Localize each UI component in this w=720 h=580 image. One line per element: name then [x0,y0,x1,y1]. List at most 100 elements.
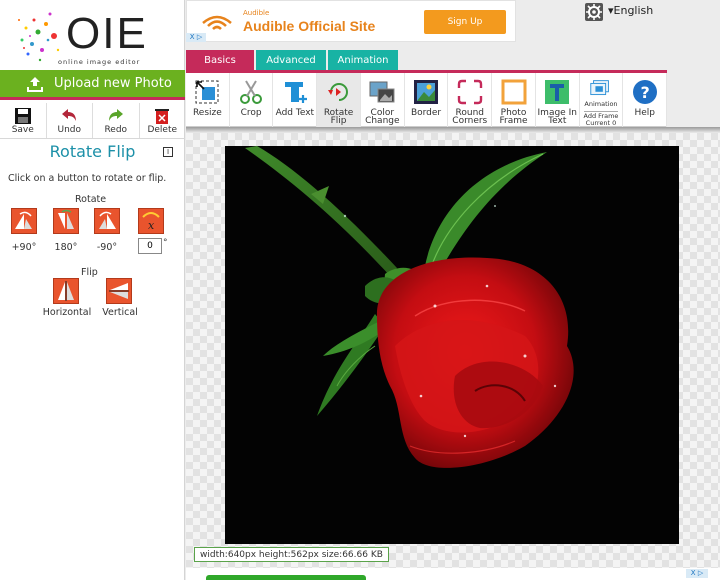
image-in-text-icon [545,80,570,104]
flip-vertical-label: Vertical [102,307,138,318]
rose-photo [225,146,679,544]
redo-icon [108,109,123,121]
ad-banner[interactable]: Audible Audible Official Site Sign Up [186,0,516,42]
undo-label: Undo [57,125,81,135]
rotate-right-icon [15,211,32,229]
tool-color-change[interactable]: Color Change [361,73,405,127]
bottom-ad-green-bar [206,575,366,580]
round-corners-icon [457,79,482,105]
logo-subtitle: online image editor [58,58,141,66]
tool-color-change-label: Color Change [365,108,400,126]
redo-button[interactable]: Redo [93,103,140,138]
rotate-flip-icon [327,83,348,101]
photo-frame-icon [501,79,526,105]
image-info-bar: width:640px height:562px size:66.66 KB [194,547,389,562]
add-text-icon [284,82,307,103]
undo-icon [62,109,77,121]
flip-horizontal-icon [58,281,74,301]
gear-icon [586,4,602,20]
upload-new-photo-button[interactable]: Upload new Photo [0,70,185,100]
panel-title: Rotate Flip [49,142,136,161]
tool-border-label: Border [410,108,442,118]
delete-label: Delete [147,125,178,135]
flip-horizontal-button[interactable] [53,278,79,304]
tool-animation-label: Animation [584,100,618,108]
tool-crop-label: Crop [240,108,262,118]
flip-vertical-button[interactable] [106,278,132,304]
bottom-ad-close-button[interactable]: X ▷ [686,569,708,578]
tool-border[interactable]: Border [405,73,449,127]
rotate-180-label: 180° [54,242,78,253]
resize-icon [195,80,219,104]
ad-title[interactable]: Audible Official Site [243,18,375,34]
ad-brand: Audible [243,9,270,17]
language-selector[interactable]: ▾English [608,4,653,17]
tool-round-corners-label: Round Corners [452,108,488,126]
left-panel: OIE online image editor Upload new Photo… [0,0,185,580]
rotate-plus-90-label: +90° [11,242,37,253]
tool-image-in-text[interactable]: Image In Text [536,73,580,127]
tab-bar: Basics Advanced Animation [186,50,400,70]
tool-round-corners[interactable]: Round Corners [448,73,493,127]
save-button[interactable]: Save [0,103,47,138]
current-frame-label: Current 0 [585,119,617,127]
tool-resize-label: Resize [192,108,222,118]
crop-scissors-icon [240,80,263,104]
rotate-custom-button[interactable]: x [138,208,164,234]
tool-help-label: Help [634,108,655,118]
redo-label: Redo [104,125,128,135]
image-canvas[interactable] [225,146,679,544]
rotate-plus-90-button[interactable] [11,208,37,234]
degree-symbol: ° [163,238,168,248]
save-label: Save [11,125,34,135]
logo: OIE online image editor [14,6,154,68]
tool-bar: Resize Crop Add Text Rotate Flip Color C… [186,73,668,127]
undo-button[interactable]: Undo [47,103,93,138]
logo-mark: OIE [66,9,148,58]
rotate-180-button[interactable] [53,208,79,234]
color-change-icon [369,81,395,103]
flip-section-label: Flip [81,267,98,278]
tab-advanced[interactable]: Advanced [256,50,326,70]
panel-instruction: Click on a button to rotate or flip. [8,173,167,184]
tab-basics[interactable]: Basics [186,50,254,70]
help-icon: ? [632,80,657,104]
rotate-section-label: Rotate [75,194,107,205]
delete-button[interactable]: Delete [140,103,186,138]
svg-text:x: x [148,219,155,232]
upload-icon [27,76,43,92]
ad-close-button[interactable]: X ▷ [186,33,206,42]
tool-add-text[interactable]: Add Text [273,73,318,127]
upload-label: Upload new Photo [54,76,172,91]
tab-animation[interactable]: Animation [328,50,398,70]
save-icon [14,108,31,124]
panel-minimize-button[interactable]: I [163,147,173,157]
rotate-left-icon [99,211,116,229]
tool-rotate-flip[interactable]: Rotate Flip [317,73,361,127]
tool-animation[interactable]: Animation Add Frame Current 0 [580,73,624,127]
flip-vertical-icon [109,283,129,299]
svg-text:?: ? [640,83,649,102]
tool-rotate-flip-label: Rotate Flip [323,108,354,126]
rotate-minus-90-label: -90° [96,242,118,253]
tool-crop[interactable]: Crop [230,73,274,127]
action-bar: Save Undo Redo Delete [0,103,185,139]
rotate-180-icon [58,209,74,229]
tool-resize[interactable]: Resize [186,73,230,127]
logo-splash-icon [18,12,60,62]
delete-icon [155,109,170,124]
audible-logo-icon [202,15,232,30]
animation-icon [590,80,609,96]
custom-rotate-icon: x [142,212,160,232]
tool-image-in-text-label: Image In Text [537,108,577,126]
tool-help[interactable]: ? Help [623,73,668,127]
tool-add-text-label: Add Text [275,108,315,118]
tool-photo-frame[interactable]: Photo Frame [492,73,536,127]
rotate-minus-90-button[interactable] [94,208,120,234]
custom-degree-input[interactable] [138,238,162,254]
bottom-ad-banner[interactable]: X ▷ [186,568,720,580]
settings-button[interactable] [585,3,603,21]
ad-signup-button[interactable]: Sign Up [424,10,506,34]
tool-photo-frame-label: Photo Frame [499,108,528,126]
flip-horizontal-label: Horizontal [42,307,92,318]
